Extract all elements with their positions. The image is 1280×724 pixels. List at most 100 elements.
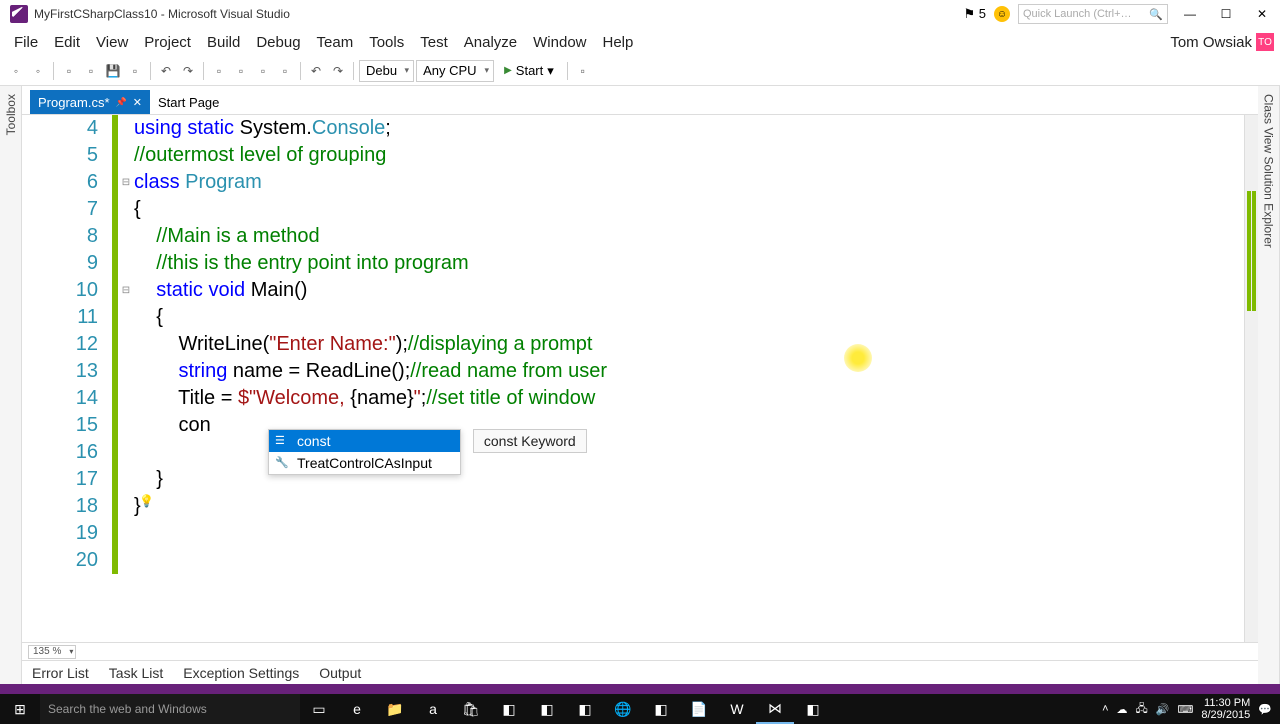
code-line[interactable]: 4using static System.Console; [22, 115, 1244, 142]
code-line[interactable]: 17 } [22, 466, 1244, 493]
onedrive-icon[interactable]: ☁ [1117, 703, 1128, 716]
tray-up-icon[interactable]: ˄ [1102, 703, 1108, 715]
bottom-tab-output[interactable]: Output [309, 663, 371, 683]
menu-build[interactable]: Build [199, 32, 248, 53]
menu-edit[interactable]: Edit [46, 32, 88, 53]
nav-fwd-icon[interactable]: ◦ [28, 61, 48, 81]
standard-toolbar: ◦ ◦ ▫ ▫ 💾 ▫ ↶ ↷ ▫ ▫ ▫ ▫ ↶ ↷ Debu Any CPU… [0, 56, 1280, 86]
line-number: 14 [22, 387, 112, 410]
menu-help[interactable]: Help [595, 32, 642, 53]
snippet-icon: ☰ [275, 434, 285, 447]
save-icon[interactable]: 💾 [103, 61, 123, 81]
menu-debug[interactable]: Debug [248, 32, 308, 53]
code-line[interactable]: 18} [22, 493, 1244, 520]
menu-project[interactable]: Project [136, 32, 199, 53]
misc2-icon[interactable]: ▫ [275, 61, 295, 81]
lightbulb-icon[interactable]: 💡 [139, 494, 154, 508]
line-number: 9 [22, 252, 112, 275]
solution-platform-combo[interactable]: Any CPU [416, 60, 494, 82]
change-bar-icon [112, 520, 118, 547]
code-text: con [134, 414, 211, 437]
add-item-icon[interactable]: ▫ [231, 61, 251, 81]
intellisense-list[interactable]: ☰const 🔧TreatControlCAsInput [268, 429, 461, 475]
start-debug-button[interactable]: ▶Start ▾ [496, 60, 562, 82]
undo-icon[interactable]: ↶ [156, 61, 176, 81]
line-number: 19 [22, 522, 112, 545]
open-file-icon[interactable]: ▫ [81, 61, 101, 81]
code-line[interactable]: 11 { [22, 304, 1244, 331]
redo2-icon[interactable]: ↷ [328, 61, 348, 81]
menu-file[interactable]: File [6, 32, 46, 53]
undo2-icon[interactable]: ↶ [306, 61, 326, 81]
misc-icon[interactable]: ▫ [253, 61, 273, 81]
tab-close-icon[interactable]: ✕ [133, 96, 142, 109]
menu-window[interactable]: Window [525, 32, 594, 53]
tab-start-page[interactable]: Start Page [150, 90, 227, 114]
action-center-icon[interactable]: 💬 [1258, 703, 1272, 716]
code-line[interactable]: 5//outermost level of grouping [22, 142, 1244, 169]
code-line[interactable]: 10⊟ static void Main() [22, 277, 1244, 304]
user-avatar-badge[interactable]: TO [1256, 33, 1274, 51]
keyboard-icon[interactable]: ⌨ [1177, 703, 1193, 716]
close-button[interactable]: ✕ [1248, 4, 1276, 24]
code-line[interactable]: 8 //Main is a method [22, 223, 1244, 250]
class-view-tab[interactable]: Class View Solution Explorer [1258, 86, 1280, 684]
network-icon[interactable]: 🖧 [1136, 700, 1148, 719]
bottom-tab-task-list[interactable]: Task List [99, 663, 173, 683]
code-line[interactable]: 9 //this is the entry point into program [22, 250, 1244, 277]
toolbox-tab[interactable]: Toolbox [0, 86, 22, 684]
nav-back-icon[interactable]: ◦ [6, 61, 26, 81]
menu-view[interactable]: View [88, 32, 136, 53]
menu-tools[interactable]: Tools [361, 32, 412, 53]
outline-toggle-icon[interactable]: ⊟ [118, 177, 134, 188]
save-all-icon[interactable]: ▫ [125, 61, 145, 81]
code-line[interactable]: 15 con [22, 412, 1244, 439]
code-text: { [134, 198, 141, 221]
intellisense-item-const[interactable]: ☰const [269, 430, 460, 452]
search-placeholder: Search the web and Windows [48, 702, 207, 716]
window-title: MyFirstCSharpClass10 - Microsoft Visual … [34, 7, 963, 21]
zoom-combo[interactable]: 135 % [28, 645, 76, 659]
system-tray[interactable]: ˄ ☁ 🖧 🔊 ⌨ 11:30 PM 8/29/2015 💬 [1094, 697, 1280, 721]
code-editor[interactable]: 4using static System.Console;5//outermos… [22, 114, 1258, 642]
line-number: 18 [22, 495, 112, 518]
notifications-flag-icon[interactable]: ⚑ 5 [963, 6, 986, 22]
outline-toggle-icon[interactable]: ⊟ [118, 285, 134, 296]
pin-icon[interactable]: 📌 [116, 97, 127, 108]
bottom-tab-error-list[interactable]: Error List [22, 663, 99, 683]
bottom-tab-exception-settings[interactable]: Exception Settings [173, 663, 309, 683]
new-project-icon[interactable]: ▫ [59, 61, 79, 81]
menu-team[interactable]: Team [309, 32, 362, 53]
feedback-icon[interactable]: ☺ [994, 6, 1010, 22]
taskbar-clock[interactable]: 11:30 PM 8/29/2015 [1201, 697, 1250, 721]
change-bar-icon [112, 493, 118, 520]
line-number: 17 [22, 468, 112, 491]
change-bar-icon [112, 223, 118, 250]
tab-program-cs[interactable]: Program.cs* 📌 ✕ [30, 90, 150, 114]
new-item-icon[interactable]: ▫ [209, 61, 229, 81]
redo-icon[interactable]: ↷ [178, 61, 198, 81]
browser-link-icon[interactable]: ▫ [573, 61, 593, 81]
code-text: using static System.Console; [134, 117, 391, 140]
maximize-button[interactable]: ☐ [1212, 4, 1240, 24]
code-line[interactable]: 7{ [22, 196, 1244, 223]
intellisense-item-treatcontrol[interactable]: 🔧TreatControlCAsInput [269, 452, 460, 474]
code-line[interactable]: 14 Title = $"Welcome, {name}";//set titl… [22, 385, 1244, 412]
code-line[interactable]: 20 [22, 547, 1244, 574]
menu-analyze[interactable]: Analyze [456, 32, 525, 53]
vertical-scrollbar[interactable] [1244, 115, 1258, 642]
signed-in-user[interactable]: Tom Owsiak [1170, 34, 1252, 51]
change-bar-icon [112, 547, 118, 574]
code-line[interactable]: 19 [22, 520, 1244, 547]
change-bar-icon [112, 250, 118, 277]
minimize-button[interactable]: — [1176, 4, 1204, 24]
solution-config-combo[interactable]: Debu [359, 60, 414, 82]
code-line[interactable]: 13 string name = ReadLine();//read name … [22, 358, 1244, 385]
code-line[interactable]: 6⊟class Program [22, 169, 1244, 196]
code-line[interactable]: 12 WriteLine("Enter Name:");//displaying… [22, 331, 1244, 358]
side-right-label: Class View Solution Explorer [1262, 94, 1276, 248]
volume-icon[interactable]: 🔊 [1156, 703, 1170, 716]
menu-test[interactable]: Test [412, 32, 456, 53]
quick-launch-input[interactable]: Quick Launch (Ctrl+…🔍 [1018, 4, 1168, 24]
code-line[interactable]: 16 [22, 439, 1244, 466]
